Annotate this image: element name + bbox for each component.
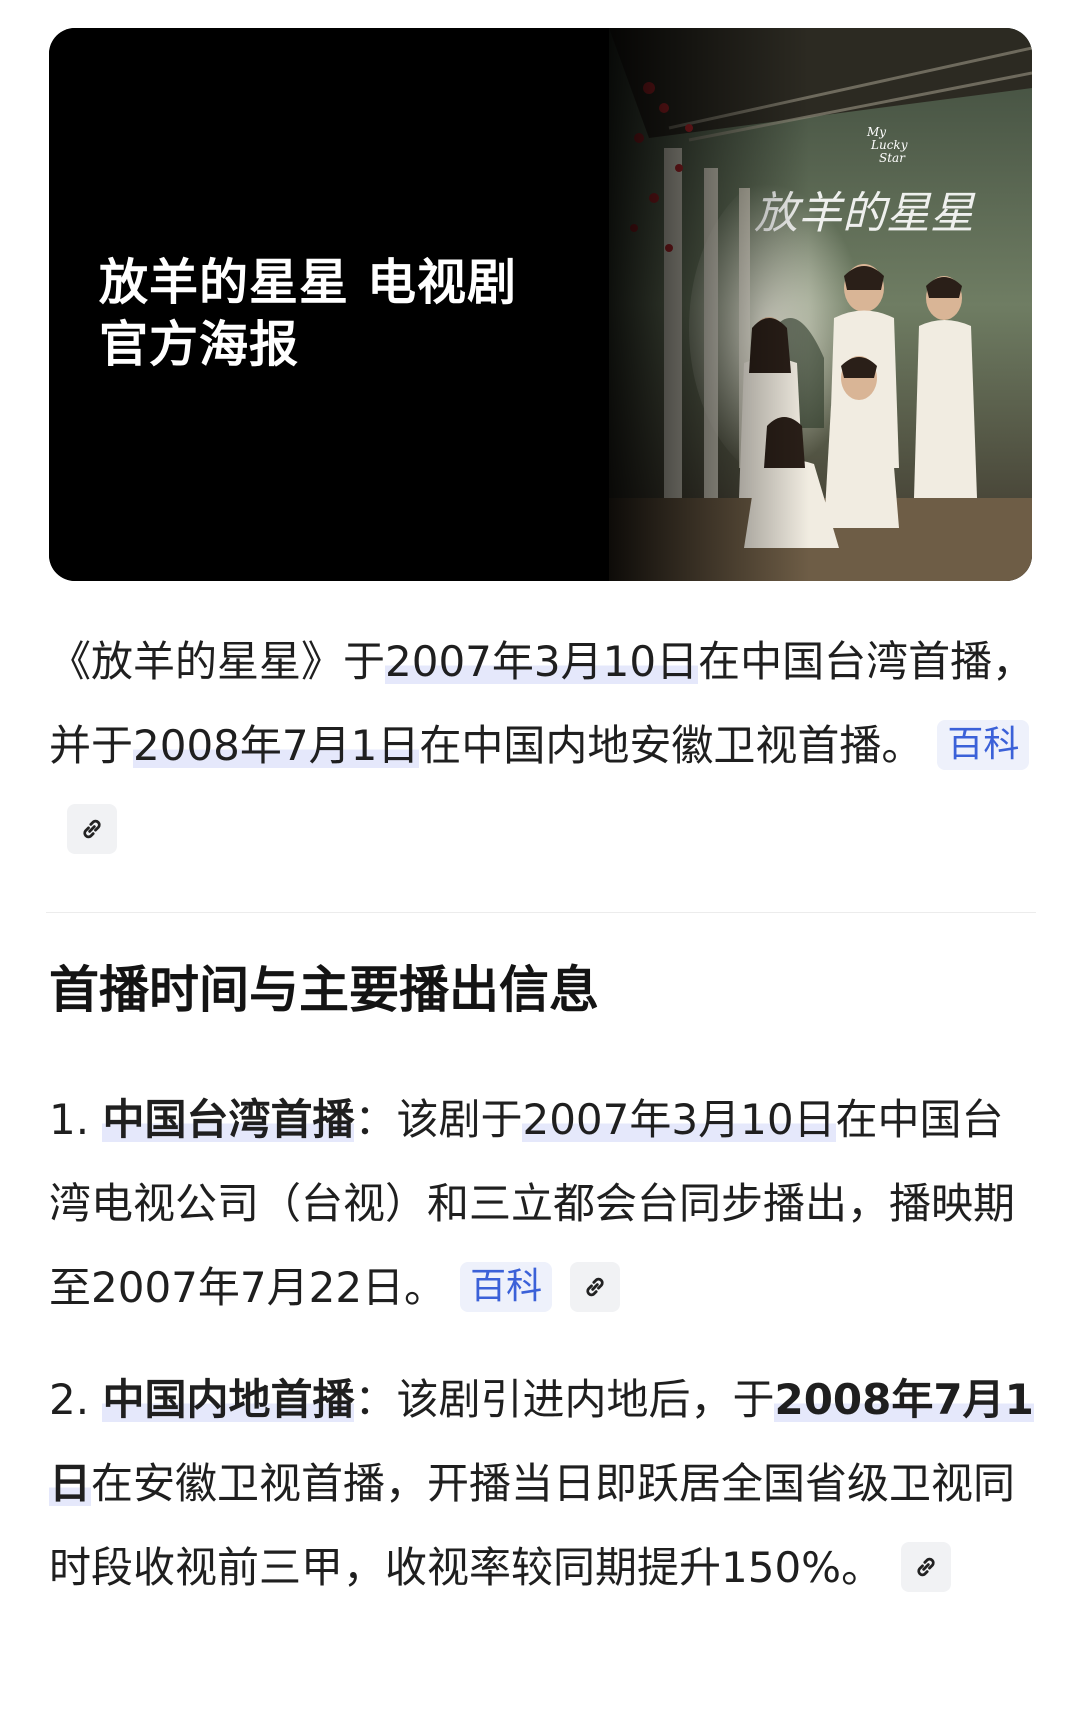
list-item-heading: 中国内地首播 — [102, 1375, 355, 1424]
intro-text-3: 在中国内地安徽卫视首播。 — [419, 721, 924, 770]
link-icon[interactable] — [901, 1541, 952, 1592]
list-item-colon: ： — [354, 1095, 397, 1144]
list-item-date: 2007年3月10日 — [522, 1095, 836, 1144]
intro-paragraph: 《放羊的星星》于2007年3月10日在中国台湾首播，并于2008年7月1日在中国… — [49, 620, 1039, 872]
answer-card: 放羊的星星 My Lucky Star 放羊的星星 电视剧 官方海报 《放羊的星… — [0, 0, 1080, 1732]
poster-caption-line2: 官方海报 — [99, 316, 300, 373]
svg-text:Star: Star — [879, 151, 906, 165]
svg-text:My: My — [866, 125, 886, 139]
poster-caption: 放羊的星星 电视剧 官方海报 — [99, 252, 517, 376]
intro-date-2: 2008年7月1日 — [133, 721, 420, 770]
list-item-lead: 该剧于 — [396, 1095, 523, 1144]
list-item-heading: 中国台湾首播 — [102, 1095, 355, 1144]
link-icon[interactable] — [570, 1261, 621, 1312]
source-badge-baike[interactable]: 百科 — [460, 1261, 553, 1312]
list-item: 2. 中国内地首播：该剧引进内地后，于2008年7月1日在安徽卫视首播，开播当日… — [49, 1358, 1039, 1610]
intro-text-1: 《放羊的星星》于 — [49, 637, 386, 686]
poster-image[interactable]: 放羊的星星 My Lucky Star 放羊的星星 电视剧 官方海报 — [49, 28, 1032, 581]
list-item-colon: ： — [354, 1375, 397, 1424]
list-item-text: 在安徽卫视首播，开播当日即跃居全国省级卫视同时段收视前三甲，收视率较同期提升15… — [49, 1459, 1016, 1592]
divider — [46, 912, 1036, 913]
list-item-number: 2. — [49, 1375, 90, 1424]
section-heading: 首播时间与主要播出信息 — [49, 961, 599, 1019]
svg-text:Lucky: Lucky — [870, 138, 908, 152]
intro-date-1: 2007年3月10日 — [385, 637, 699, 686]
list-item-lead: 该剧引进内地后，于 — [396, 1375, 775, 1424]
link-icon[interactable] — [67, 803, 117, 854]
poster-caption-line1: 放羊的星星 电视剧 — [99, 254, 518, 311]
list-item: 1. 中国台湾首播：该剧于2007年3月10日在中国台湾电视公司（台视）和三立都… — [49, 1078, 1039, 1330]
source-badge-baike[interactable]: 百科 — [937, 719, 1030, 770]
list-item-number: 1. — [49, 1095, 90, 1144]
